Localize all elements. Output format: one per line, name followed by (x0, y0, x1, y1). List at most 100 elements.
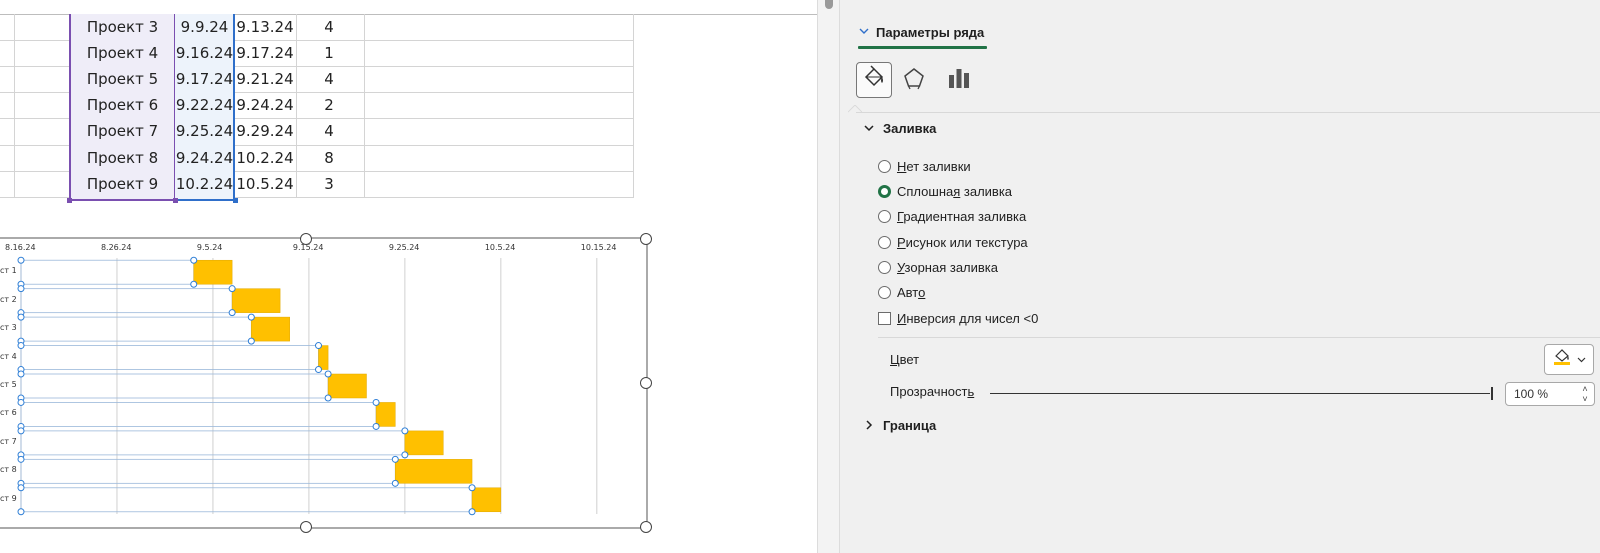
offset-bar[interactable] (20, 458, 396, 484)
paint-bucket-icon (861, 64, 887, 96)
series-point-handle[interactable] (17, 370, 25, 378)
solid-fill-radio[interactable]: Сплошная заливка (878, 182, 1012, 200)
series-point-handle[interactable] (315, 342, 322, 350)
x-tick-label: 8.16.24 (5, 243, 36, 252)
chart-resize-handle-top-right[interactable] (640, 233, 652, 245)
color-swatch (1553, 362, 1570, 365)
radio-button[interactable] (878, 184, 891, 198)
series-point-handle[interactable] (391, 479, 399, 487)
x-tick-label: 9.5.24 (196, 243, 223, 252)
duration-bar[interactable] (327, 373, 367, 399)
duration-bar[interactable] (318, 345, 329, 370)
duration-bar[interactable] (251, 316, 290, 342)
bar-chart-icon (947, 66, 971, 95)
checkbox-box[interactable] (878, 311, 891, 325)
transparency-input[interactable]: 100 % ˄ ˅ (1505, 382, 1595, 406)
duration-bar[interactable] (231, 288, 281, 313)
series-point-handle[interactable] (324, 394, 332, 402)
radio-button[interactable] (878, 285, 891, 299)
series-point-handle[interactable] (372, 398, 380, 406)
picture-fill-radio[interactable]: Рисунок или текстура (878, 233, 1028, 251)
fill-color-picker-button[interactable] (1544, 344, 1594, 375)
tab-fill-and-line[interactable] (856, 62, 892, 98)
series-point-handle[interactable] (247, 313, 255, 321)
pentagon-icon (902, 66, 926, 95)
series-point-handle[interactable] (324, 370, 332, 378)
series-point-handle[interactable] (190, 280, 198, 288)
fill-section-title: Заливка (883, 121, 937, 136)
radio-button[interactable] (878, 159, 891, 173)
series-options-title: Параметры ряда (876, 24, 985, 40)
gantt-chart[interactable]: 8.16.24 8.26.24 9.5.24 9.15.24 9.25.24 10.5.2… (0, 0, 817, 553)
offset-bar[interactable] (20, 430, 406, 456)
series-point-handle[interactable] (17, 427, 25, 435)
chevron-right-icon (864, 418, 874, 433)
spinner-down-icon[interactable]: ˅ (1582, 395, 1587, 404)
radio-button[interactable] (878, 235, 891, 249)
category-label: ст 7 (0, 436, 17, 446)
series-options-dropdown[interactable]: Параметры ряда (858, 17, 984, 47)
series-point-handle[interactable] (17, 398, 25, 406)
scrollbar-thumb[interactable] (825, 0, 833, 9)
series-point-handle[interactable] (17, 256, 25, 264)
auto-fill-radio[interactable]: Авто (878, 283, 925, 301)
offset-bar[interactable] (20, 316, 252, 342)
chevron-down-icon (858, 25, 870, 40)
series-point-handle[interactable] (468, 508, 476, 516)
category-label: ст 1 (0, 266, 17, 276)
series-point-handle[interactable] (17, 342, 25, 350)
series-point-handle[interactable] (315, 366, 322, 374)
transparency-spinner[interactable]: ˄ ˅ (1580, 385, 1590, 404)
transparency-slider-track[interactable] (990, 393, 1490, 394)
duration-bar[interactable] (193, 259, 233, 285)
offset-bar[interactable] (20, 345, 319, 370)
chart-resize-handle-right[interactable] (640, 377, 652, 389)
chart-resize-handle-top[interactable] (300, 233, 312, 245)
x-tick-label: 9.25.24 (388, 243, 420, 252)
offset-bar[interactable] (20, 288, 233, 314)
chart-plot[interactable] (0, 0, 817, 553)
x-tick-label: 10.15.24 (580, 243, 617, 252)
pattern-fill-radio[interactable]: Узорная заливка (878, 258, 998, 276)
series-point-handle[interactable] (17, 285, 25, 293)
radio-label: Нет заливки (897, 158, 971, 174)
offset-bar[interactable] (20, 402, 377, 427)
series-point-handle[interactable] (228, 309, 236, 317)
offset-bar[interactable] (20, 487, 473, 513)
radio-button[interactable] (878, 260, 891, 274)
no-fill-radio[interactable]: Нет заливки (878, 157, 971, 175)
offset-bar[interactable] (20, 373, 329, 399)
transparency-slider-thumb[interactable] (1491, 387, 1493, 400)
series-point-handle[interactable] (17, 484, 25, 492)
pane-splitter[interactable] (817, 0, 840, 553)
series-point-handle[interactable] (190, 256, 198, 264)
chart-resize-handle-bottom[interactable] (300, 521, 312, 533)
series-point-handle[interactable] (17, 313, 25, 321)
series-point-handle[interactable] (228, 285, 236, 293)
series-point-handle[interactable] (468, 484, 476, 492)
duration-bar[interactable] (471, 487, 502, 513)
invert-negative-checkbox[interactable]: Инверсия для чисел <0 (878, 309, 1038, 327)
tab-series-options[interactable] (941, 62, 977, 98)
border-section-header[interactable]: Граница (864, 418, 936, 433)
series-point-handle[interactable] (372, 422, 380, 430)
series-point-handle[interactable] (401, 451, 409, 459)
duration-bar[interactable] (404, 430, 444, 456)
tab-effects[interactable] (896, 62, 932, 98)
fill-section-header[interactable]: Заливка (864, 121, 936, 136)
worksheet[interactable]: Проект 3 9.9.24 9.13.24 4 Проект 4 9.16.24 9.1… (0, 0, 817, 553)
series-point-handle[interactable] (247, 337, 255, 345)
transparency-value: 100 % (1514, 387, 1549, 401)
duration-bar[interactable] (395, 459, 473, 484)
series-point-handle[interactable] (391, 455, 399, 463)
series-point-handle[interactable] (17, 455, 25, 463)
spinner-up-icon[interactable]: ˄ (1582, 385, 1587, 394)
offset-bar[interactable] (20, 259, 195, 285)
chart-resize-handle-bottom-right[interactable] (640, 521, 652, 533)
divider (856, 112, 1600, 113)
series-point-handle[interactable] (401, 427, 409, 435)
duration-bar[interactable] (375, 402, 396, 427)
series-point-handle[interactable] (17, 508, 25, 516)
gradient-fill-radio[interactable]: Градиентная заливка (878, 207, 1026, 225)
radio-button[interactable] (878, 209, 891, 223)
